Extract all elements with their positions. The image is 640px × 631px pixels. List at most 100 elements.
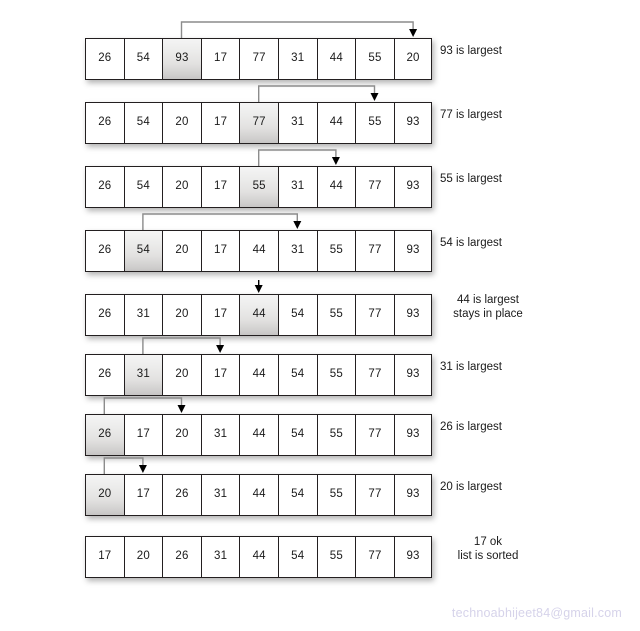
array-cell: 54 — [277, 474, 317, 516]
array-cell: 31 — [200, 536, 240, 578]
sort-step-row: 26 31 20 17 44 54 55 77 93 31 is largest — [0, 332, 640, 396]
array-row: 26 31 20 17 44 54 55 77 93 — [85, 354, 433, 396]
array-cell: 93 — [393, 354, 433, 396]
array-cell: 17 — [123, 414, 163, 456]
watermark-email: technoabhijeet84@gmail.com — [451, 606, 622, 620]
array-cell: 55 — [316, 294, 356, 336]
array-cell: 54 — [123, 166, 163, 208]
array-cell: 31 — [200, 414, 240, 456]
array-cell: 77 — [355, 474, 394, 516]
array-cell: 44 — [239, 414, 278, 456]
array-cell: 54 — [277, 354, 317, 396]
array-row: 20 17 26 31 44 54 55 77 93 — [85, 474, 433, 516]
array-cell: 20 — [162, 230, 201, 272]
array-row: 17 20 26 31 44 54 55 77 93 — [85, 536, 433, 578]
step-caption: 55 is largest — [440, 173, 503, 185]
array-cell: 26 — [162, 536, 201, 578]
array-cell: 26 — [162, 474, 201, 516]
array-cell: 93 — [393, 414, 433, 456]
array-cell: 55 — [316, 414, 356, 456]
array-cell: 77 — [355, 294, 394, 336]
array-cell: 77 — [355, 230, 394, 272]
step-caption: 77 is largest — [440, 109, 503, 121]
array-cell: 20 — [123, 536, 163, 578]
array-cell: 55 — [355, 102, 394, 144]
array-cell: 17 — [123, 474, 163, 516]
array-cell: 31 — [277, 38, 317, 80]
array-cell: 17 — [200, 166, 240, 208]
array-cell: 77 — [355, 166, 394, 208]
array-cell: 31 — [200, 474, 240, 516]
array-cell: 17 — [200, 294, 240, 336]
sort-step-row: 26 54 20 17 77 31 44 55 93 77 is largest — [0, 80, 640, 144]
step-caption: 20 is largest — [440, 481, 503, 493]
array-cell: 26 — [85, 230, 124, 272]
selection-sort-diagram: 26 54 93 17 77 31 44 55 20 93 is largest 26 54 20 17 7… — [0, 0, 640, 631]
array-cell: 26 — [85, 354, 124, 396]
array-cell-highlighted: 55 — [239, 166, 278, 208]
array-cell: 44 — [316, 38, 356, 80]
array-cell-highlighted: 31 — [123, 354, 163, 396]
array-cell: 44 — [239, 230, 278, 272]
array-cell: 20 — [162, 102, 201, 144]
array-cell: 20 — [162, 166, 201, 208]
array-cell: 55 — [316, 354, 356, 396]
array-cell: 55 — [316, 536, 356, 578]
array-cell: 54 — [277, 294, 317, 336]
array-cell: 77 — [355, 354, 394, 396]
array-cell: 31 — [277, 230, 317, 272]
array-cell: 17 — [200, 102, 240, 144]
array-cell: 93 — [393, 294, 433, 336]
array-cell: 55 — [316, 474, 356, 516]
array-cell: 55 — [316, 230, 356, 272]
step-caption: 31 is largest — [440, 361, 503, 373]
array-cell-highlighted: 93 — [162, 38, 201, 80]
sort-step-row: 20 17 26 31 44 54 55 77 93 20 is largest — [0, 452, 640, 516]
array-row: 26 31 20 17 44 54 55 77 93 — [85, 294, 433, 336]
array-cell: 26 — [85, 38, 124, 80]
sort-step-row: 26 54 93 17 77 31 44 55 20 93 is largest — [0, 16, 640, 80]
array-cell: 44 — [239, 354, 278, 396]
array-cell-highlighted: 26 — [85, 414, 124, 456]
array-cell: 44 — [316, 102, 356, 144]
array-cell: 54 — [277, 536, 317, 578]
array-cell: 55 — [355, 38, 394, 80]
sort-step-row: 26 54 20 17 55 31 44 77 93 55 is largest — [0, 144, 640, 208]
array-cell-highlighted: 77 — [239, 102, 278, 144]
step-caption: 44 is largest stays in place — [453, 294, 523, 320]
array-cell: 93 — [393, 474, 433, 516]
array-row: 26 54 20 17 44 31 55 77 93 — [85, 230, 433, 272]
array-cell: 17 — [85, 536, 124, 578]
array-cell: 93 — [393, 166, 433, 208]
array-cell: 77 — [355, 414, 394, 456]
sort-step-row: 26 54 20 17 44 31 55 77 93 54 is largest — [0, 208, 640, 272]
array-cell: 77 — [239, 38, 278, 80]
array-cell: 44 — [239, 536, 278, 578]
step-caption: 93 is largest — [440, 45, 503, 57]
array-cell: 93 — [393, 230, 433, 272]
array-cell: 26 — [85, 102, 124, 144]
step-caption: 17 ok list is sorted — [457, 536, 519, 562]
sort-step-row: 26 17 20 31 44 54 55 77 93 26 is largest — [0, 392, 640, 456]
step-caption: 26 is largest — [440, 421, 503, 433]
array-row: 26 17 20 31 44 54 55 77 93 — [85, 414, 433, 456]
array-cell-highlighted: 54 — [123, 230, 163, 272]
array-cell-highlighted: 20 — [85, 474, 124, 516]
array-row: 26 54 20 17 55 31 44 77 93 — [85, 166, 433, 208]
array-cell-highlighted: 44 — [239, 294, 278, 336]
array-cell: 20 — [162, 414, 201, 456]
array-cell: 20 — [162, 294, 201, 336]
array-cell: 93 — [393, 536, 433, 578]
array-cell: 17 — [200, 38, 240, 80]
array-cell: 17 — [200, 354, 240, 396]
array-cell: 77 — [355, 536, 394, 578]
array-cell: 26 — [85, 294, 124, 336]
array-cell: 54 — [277, 414, 317, 456]
array-cell: 54 — [123, 38, 163, 80]
array-row: 26 54 93 17 77 31 44 55 20 — [85, 38, 433, 80]
array-cell: 31 — [123, 294, 163, 336]
array-cell: 44 — [316, 166, 356, 208]
array-cell: 17 — [200, 230, 240, 272]
array-cell: 20 — [162, 354, 201, 396]
array-cell: 93 — [393, 102, 433, 144]
